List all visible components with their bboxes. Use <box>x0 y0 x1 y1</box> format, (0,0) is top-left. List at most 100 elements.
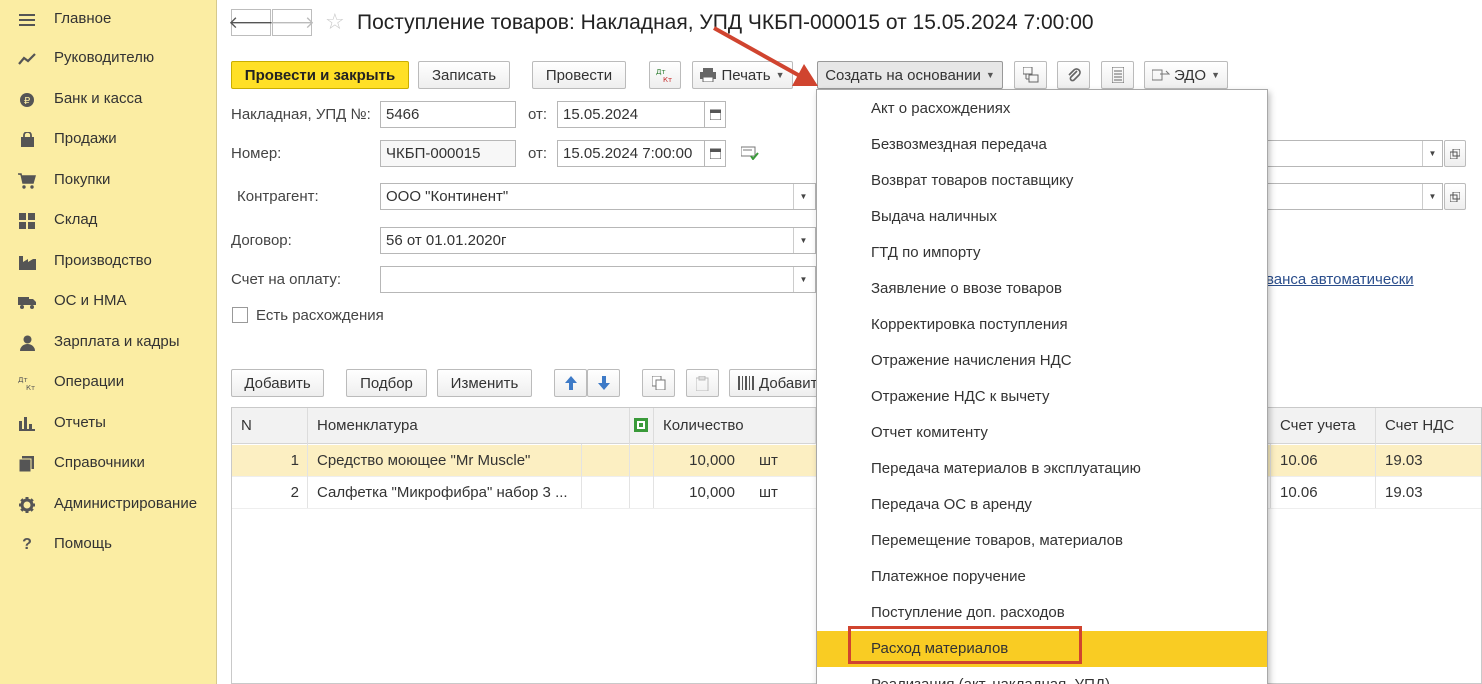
invoice-number-field[interactable]: 5466 <box>380 101 516 128</box>
attach-button[interactable] <box>1057 61 1090 89</box>
row-unit[interactable]: шт <box>750 477 810 509</box>
row-vat-account[interactable]: 19.03 <box>1376 477 1481 509</box>
barcode-icon <box>738 376 754 390</box>
row-item[interactable]: Средство моющее "Mr Muscle" <box>308 445 580 477</box>
arrow-up-icon <box>564 376 577 390</box>
column-header-qty[interactable]: Количество <box>654 408 816 444</box>
quantity-column-icon <box>634 418 648 432</box>
cart-icon <box>18 172 36 190</box>
right-field-2[interactable]: ▼ <box>1266 183 1443 210</box>
number-date-field[interactable]: 15.05.2024 7:00:00 <box>557 140 705 167</box>
menu-item[interactable]: Платежное поручение <box>817 559 1267 595</box>
calendar-button[interactable] <box>704 140 726 167</box>
column-divider <box>653 444 654 508</box>
chevron-down-icon[interactable]: ▼ <box>793 228 813 253</box>
structure-button[interactable] <box>1014 61 1047 89</box>
sidebar-item-label: Производство <box>54 252 152 269</box>
sidebar-item-admin[interactable]: Администрирование <box>0 485 216 525</box>
menu-item[interactable]: Реализация (акт, накладная, УПД) <box>817 667 1267 684</box>
create-based-on-button[interactable]: Создать на основании ▼ <box>817 61 1003 89</box>
menu-item[interactable]: Передача материалов в эксплуатацию <box>817 451 1267 487</box>
contract-field[interactable]: 56 от 01.01.2020г ▼ <box>380 227 816 254</box>
column-header-n[interactable]: N <box>232 408 308 444</box>
menu-item[interactable]: Безвозмездная передача <box>817 127 1267 163</box>
document-button[interactable] <box>1101 61 1134 89</box>
books-icon <box>18 455 36 473</box>
menu-item[interactable]: Передача ОС в аренду <box>817 487 1267 523</box>
sidebar-item-operations[interactable]: Дт Кт Операции <box>0 363 216 403</box>
sidebar-item-label: Главное <box>54 10 112 27</box>
column-header-vat-account[interactable]: Счет НДС <box>1376 408 1481 444</box>
person-icon <box>18 334 36 352</box>
save-button[interactable]: Записать <box>418 61 510 89</box>
row-vat-account[interactable]: 19.03 <box>1376 445 1481 477</box>
counterparty-field[interactable]: ООО "Континент" ▼ <box>380 183 816 210</box>
open-button[interactable] <box>1444 183 1466 210</box>
advance-offset-link[interactable]: ванса автоматически <box>1266 271 1414 288</box>
svg-text:Кт: Кт <box>26 384 35 391</box>
right-field-1[interactable]: ▼ <box>1266 140 1443 167</box>
invoice-date-field[interactable]: 15.05.2024 <box>557 101 705 128</box>
sidebar-item-salary[interactable]: Зарплата и кадры <box>0 323 216 363</box>
open-button[interactable] <box>1444 140 1466 167</box>
pick-button[interactable]: Подбор <box>346 369 427 397</box>
menu-item[interactable]: Заявление о ввозе товаров <box>817 271 1267 307</box>
chevron-down-icon[interactable]: ▼ <box>793 267 813 292</box>
row-item[interactable]: Салфетка "Микрофибра" набор 3 ... <box>308 477 580 509</box>
edit-button[interactable]: Изменить <box>437 369 532 397</box>
sidebar-item-production[interactable]: Производство <box>0 242 216 282</box>
sidebar-item-bank[interactable]: ₽ Банк и касса <box>0 80 216 120</box>
move-up-button[interactable] <box>554 369 587 397</box>
column-header-account[interactable]: Счет учета <box>1271 408 1376 444</box>
post-and-close-button[interactable]: Провести и закрыть <box>231 61 409 89</box>
edo-button[interactable]: ЭДО ▼ <box>1144 61 1228 89</box>
add-row-button[interactable]: Добавить <box>231 369 324 397</box>
row-unit[interactable]: шт <box>750 445 810 477</box>
sidebar-item-fixed-assets[interactable]: ОС и НМА <box>0 282 216 322</box>
back-button[interactable]: 🡐 <box>228 9 274 36</box>
sidebar-item-directories[interactable]: Справочники <box>0 444 216 484</box>
copy-button[interactable] <box>642 369 675 397</box>
menu-item[interactable]: Акт о расхождениях <box>817 91 1267 127</box>
add-by-barcode-button[interactable]: Добавит <box>729 369 829 397</box>
dt-kt-icon: ДтКт <box>18 374 36 392</box>
chevron-down-icon[interactable]: ▼ <box>1422 184 1442 209</box>
calendar-button[interactable] <box>704 101 726 128</box>
menu-item[interactable]: Перемещение товаров, материалов <box>817 523 1267 559</box>
menu-item[interactable]: Отражение начисления НДС <box>817 343 1267 379</box>
sidebar-item-warehouse[interactable]: Склад <box>0 201 216 241</box>
paste-icon <box>695 375 708 391</box>
post-button[interactable]: Провести <box>532 61 626 89</box>
menu-item[interactable]: Отражение НДС к вычету <box>817 379 1267 415</box>
move-down-button[interactable] <box>587 369 620 397</box>
row-qty[interactable]: 10,000 <box>654 445 744 477</box>
chevron-down-icon[interactable]: ▼ <box>793 184 813 209</box>
sidebar-item-help[interactable]: ? Помощь <box>0 525 216 565</box>
menu-item[interactable]: Корректировка поступления <box>817 307 1267 343</box>
sidebar-item-purchases[interactable]: Покупки <box>0 161 216 201</box>
payment-invoice-field[interactable]: ▼ <box>380 266 816 293</box>
status-check-icon[interactable] <box>740 146 759 164</box>
sidebar-item-sales[interactable]: Продажи <box>0 120 216 160</box>
dt-kt-button[interactable]: Дт Кт <box>649 61 681 89</box>
paste-button[interactable] <box>686 369 719 397</box>
menu-item[interactable]: Выдача наличных <box>817 199 1267 235</box>
number-field[interactable]: ЧКБП-000015 <box>380 140 516 167</box>
chevron-down-icon[interactable]: ▼ <box>1422 141 1442 166</box>
menu-item[interactable]: ГТД по импорту <box>817 235 1267 271</box>
question-icon: ? <box>22 536 32 553</box>
factory-icon <box>18 253 36 271</box>
discrepancies-checkbox[interactable] <box>232 307 248 323</box>
column-header-icon <box>630 408 654 444</box>
sidebar-item-manager[interactable]: Руководителю <box>0 39 216 79</box>
row-account[interactable]: 10.06 <box>1271 477 1376 509</box>
forward-button[interactable]: 🡒 <box>269 9 315 36</box>
row-account[interactable]: 10.06 <box>1271 445 1376 477</box>
menu-item[interactable]: Отчет комитенту <box>817 415 1267 451</box>
sidebar-item-reports[interactable]: Отчеты <box>0 404 216 444</box>
menu-item[interactable]: Возврат товаров поставщику <box>817 163 1267 199</box>
row-qty[interactable]: 10,000 <box>654 477 744 509</box>
column-header-item[interactable]: Номенклатура <box>308 408 630 444</box>
sidebar-item-main[interactable]: Главное <box>0 0 216 40</box>
favorite-star-icon[interactable]: ☆ <box>325 9 345 35</box>
